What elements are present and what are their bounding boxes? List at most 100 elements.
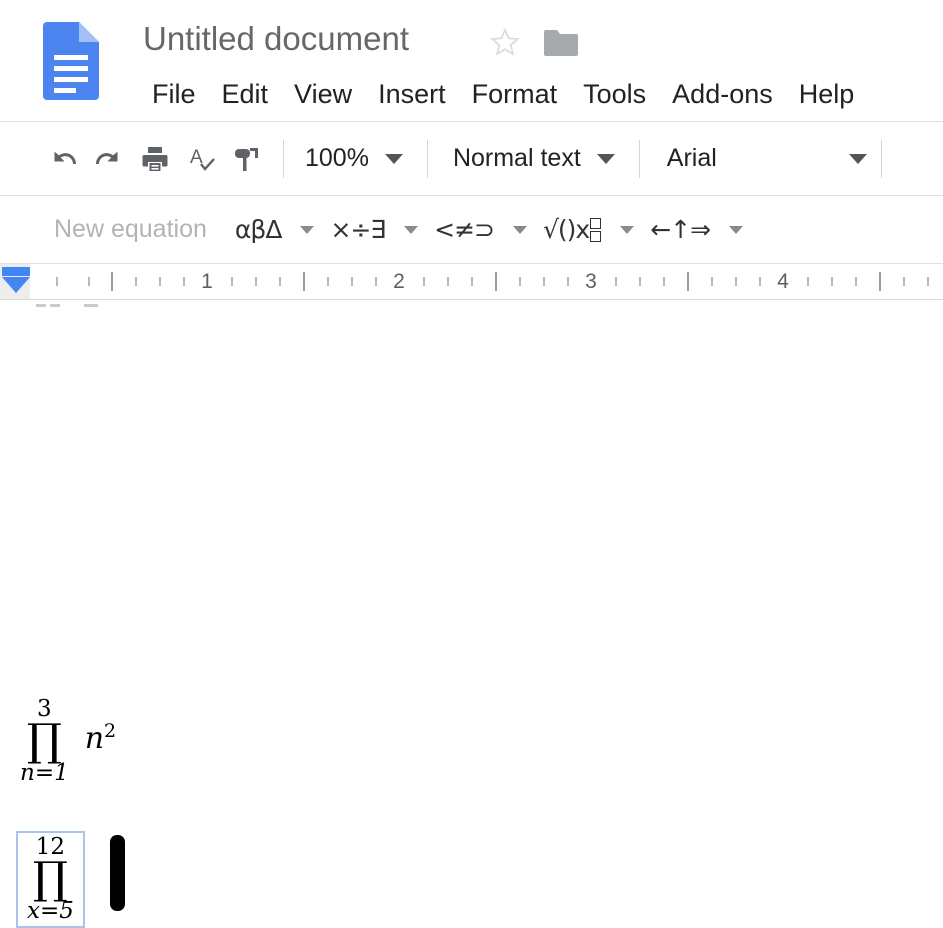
chevron-down-icon[interactable] — [404, 225, 419, 234]
ruler-tick-major — [303, 272, 305, 291]
product-symbol: ∏ — [26, 715, 62, 766]
ruler-tick — [927, 277, 929, 286]
product-equation-2[interactable]: 12 ∏ x=5 — [16, 831, 85, 928]
menu-item-insert[interactable]: Insert — [365, 76, 459, 112]
ruler-tick — [447, 277, 449, 286]
toolbar-divider — [638, 139, 640, 178]
chevron-down-icon[interactable] — [384, 153, 403, 164]
ruler-tick — [831, 277, 833, 286]
menu-item-format[interactable]: Format — [459, 76, 571, 112]
tab-stop-mark — [50, 304, 60, 307]
ruler-tick — [327, 277, 329, 286]
arrows-group[interactable]: ←↑⇒ — [650, 215, 711, 244]
ruler-tick — [903, 277, 905, 286]
ruler-number-2: 2 — [393, 270, 405, 293]
superscript-subscript-icon — [590, 217, 602, 242]
chevron-down-icon[interactable] — [729, 225, 744, 234]
upper-limit: 3 — [37, 696, 52, 722]
equation-exponent: 2 — [104, 719, 117, 742]
ruler-tick — [56, 277, 58, 286]
arrows-icon: ←↑⇒ — [650, 215, 711, 244]
ruler-tick — [183, 277, 185, 286]
chevron-down-icon[interactable] — [596, 153, 615, 164]
tab-stop-mark — [36, 304, 46, 307]
equation-toolbar: New equation αβΔ ×÷∃ <≠⊃ √()x ←↑⇒ — [0, 196, 943, 264]
relations-icon: <≠⊃ — [434, 215, 495, 244]
ruler-tick — [735, 277, 737, 286]
new-equation-button[interactable]: New equation — [54, 215, 207, 244]
text-cursor — [109, 835, 125, 911]
main-toolbar: A 100% Normal text Arial — [0, 122, 943, 196]
font-select[interactable]: Arial — [667, 136, 867, 182]
ruler-tick — [711, 277, 713, 286]
paragraph-style-select[interactable]: Normal text — [453, 136, 615, 182]
document-title[interactable]: Untitled document — [143, 20, 409, 58]
font-value: Arial — [666, 144, 717, 172]
ruler-tick — [519, 277, 521, 286]
ruler-tick — [543, 277, 545, 286]
toolbar-divider — [426, 139, 428, 178]
menu-item-help[interactable]: Help — [786, 76, 868, 112]
chevron-down-icon[interactable] — [620, 225, 635, 234]
toolbar-divider — [880, 139, 882, 178]
star-outline-icon[interactable] — [488, 26, 522, 60]
spelling-check-icon[interactable]: A — [178, 136, 224, 182]
math-operations-extended-icon: √()x — [542, 215, 590, 244]
tab-stop-mark — [84, 304, 98, 307]
zoom-select[interactable]: 100% — [305, 136, 403, 182]
redo-icon[interactable] — [86, 136, 132, 182]
ruler-number-4: 4 — [777, 270, 789, 293]
menu-item-view[interactable]: View — [281, 76, 365, 112]
relations-group[interactable]: <≠⊃ — [434, 215, 495, 244]
greek-letters-icon: αβΔ — [234, 215, 283, 244]
menu-item-file[interactable]: File — [139, 76, 209, 112]
ruler-tick — [351, 277, 353, 286]
ruler-tick-major — [111, 272, 113, 291]
left-indent-marker[interactable] — [2, 265, 30, 297]
math-operations-extended-group[interactable]: √()x — [542, 215, 602, 244]
greek-letters-group[interactable]: αβΔ — [234, 215, 283, 244]
chevron-down-icon[interactable] — [512, 225, 527, 234]
menu-bar: File Edit View Insert Format Tools Add-o… — [139, 76, 867, 112]
product-operator-2: 12 ∏ x=5 — [27, 836, 74, 923]
ruler-tick — [759, 277, 761, 286]
ruler-tick — [279, 277, 281, 286]
ruler-number-3: 3 — [585, 270, 597, 293]
product-symbol: ∏ — [32, 853, 68, 904]
product-equation-2-wrapper: 12 ∏ x=5 — [16, 831, 125, 928]
ruler-tick — [807, 277, 809, 286]
paint-format-icon[interactable] — [224, 136, 270, 182]
move-to-folder-icon[interactable] — [543, 28, 579, 58]
lower-limit: n=1 — [20, 760, 69, 787]
document-body[interactable]: 3 ∏ n=1 n2 12 ∏ x=5 — [0, 300, 943, 928]
menu-item-add-ons[interactable]: Add-ons — [659, 76, 786, 112]
ruler-tick-major — [495, 272, 497, 291]
product-equation-1[interactable]: 3 ∏ n=1 n2 — [20, 698, 116, 785]
math-operations-icon: ×÷∃ — [330, 215, 386, 244]
math-operations-group[interactable]: ×÷∃ — [330, 215, 386, 244]
zoom-value: 100% — [305, 144, 369, 172]
ruler-tick — [159, 277, 161, 286]
undo-icon[interactable] — [40, 136, 86, 182]
ruler-tick — [423, 277, 425, 286]
ruler[interactable]: 1 2 3 4 — [0, 264, 943, 300]
ruler-tick-major — [687, 272, 689, 291]
ruler-tick — [375, 277, 377, 286]
equation-variable: n — [84, 720, 105, 756]
chevron-down-icon[interactable] — [300, 225, 315, 234]
ruler-tick — [135, 277, 137, 286]
ruler-tick — [255, 277, 257, 286]
equation-body-1: n2 — [85, 720, 116, 756]
upper-limit: 12 — [35, 834, 66, 860]
menu-item-edit[interactable]: Edit — [209, 76, 282, 112]
chevron-down-icon[interactable] — [848, 153, 867, 164]
menu-item-tools[interactable]: Tools — [570, 76, 659, 112]
lower-limit: x=5 — [27, 898, 74, 925]
print-icon[interactable] — [132, 136, 178, 182]
ruler-tick — [663, 277, 665, 286]
google-docs-logo-icon[interactable] — [43, 22, 99, 100]
ruler-tick — [567, 277, 569, 286]
paragraph-style-value: Normal text — [452, 144, 581, 172]
indent-marker-bar — [2, 267, 30, 276]
ruler-tick — [639, 277, 641, 286]
